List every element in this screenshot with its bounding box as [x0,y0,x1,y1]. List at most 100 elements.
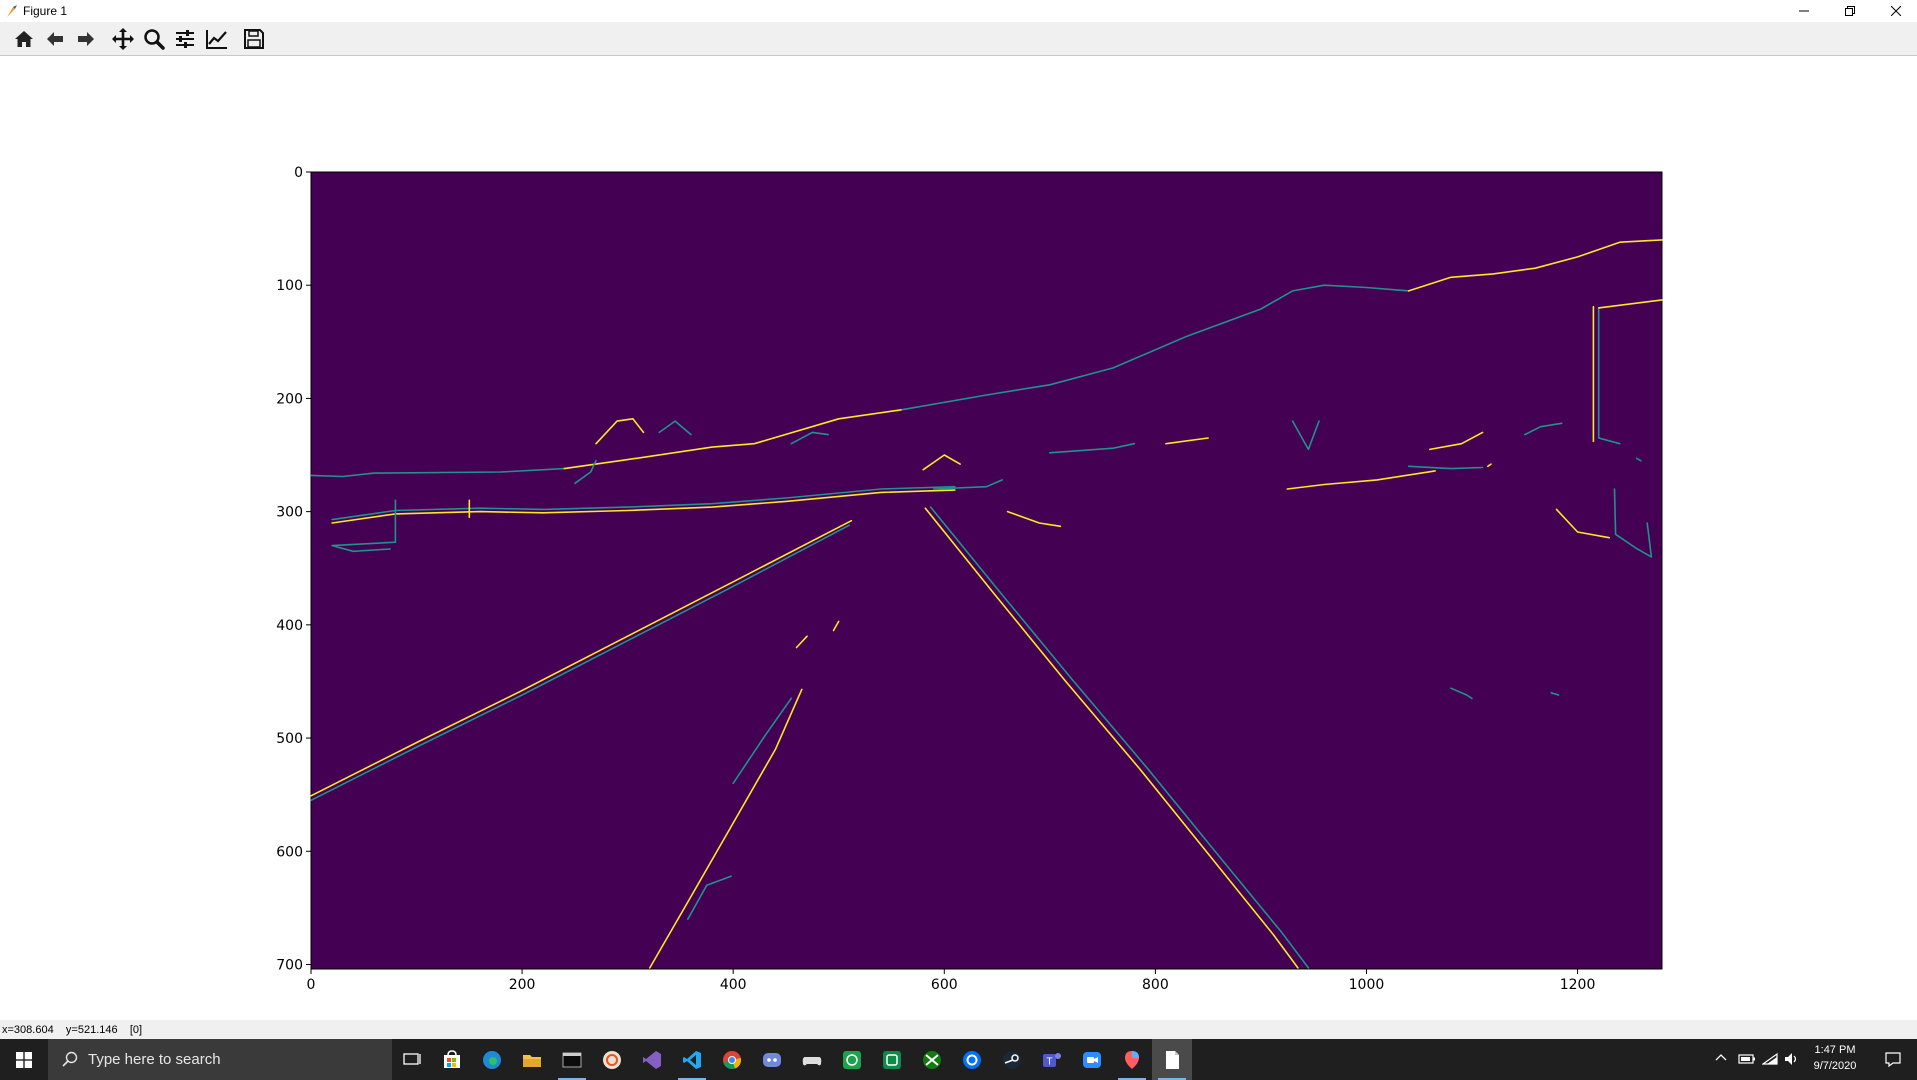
arrow-right-icon [78,32,94,46]
x-tick-label: 1200 [1560,977,1596,993]
chevron-up-icon[interactable] [1715,1052,1727,1064]
xbox-icon [923,1050,941,1069]
x-tick-label: 0 [307,977,316,993]
search-icon [62,1051,78,1067]
volume-icon[interactable] [1784,1052,1800,1066]
teams-icon: T [1043,1052,1061,1067]
task-view-icon [403,1052,421,1065]
zoom-button[interactable] [141,26,167,52]
taskbar-app-maps[interactable] [1112,1039,1152,1080]
battery-icon[interactable] [1738,1052,1756,1066]
sliders-icon [176,30,194,48]
start-button[interactable] [0,1039,48,1080]
document-icon [1166,1050,1179,1069]
taskbar-app-chrome[interactable] [712,1039,752,1080]
taskbar-app-discord[interactable] [752,1039,792,1080]
back-button[interactable] [42,26,68,52]
y-tick-label: 600 [276,844,303,860]
status-bar: x=308.604 y=521.146 [0] [0,1020,1917,1039]
magnifier-icon [144,29,165,50]
y-tick-label: 100 [276,278,303,294]
navigation-toolbar [0,22,1917,56]
visual-studio-icon [643,1050,661,1069]
taskbar-app-vscode[interactable] [672,1039,712,1080]
x-tick-label: 600 [931,977,958,993]
y-tick-label: 0 [294,165,303,181]
clock-time: 1:47 PM [1814,1044,1856,1056]
windows-start-icon [16,1051,32,1068]
wifi-icon[interactable] [1762,1052,1778,1066]
y-tick-label: 500 [276,731,303,747]
clock-date: 9/7/2020 [1813,1060,1857,1072]
file-explorer-icon [523,1054,541,1067]
close-button[interactable] [1873,0,1917,22]
image-area[interactable] [311,172,1662,969]
forward-button[interactable] [73,26,99,52]
home-button[interactable] [11,26,37,52]
edge-icon [483,1050,501,1069]
taskbar-search[interactable]: Type here to search [48,1039,392,1080]
x-tick-label: 800 [1142,977,1169,993]
discord-icon [763,1052,781,1067]
store-icon [444,1049,460,1068]
window-title: Figure 1 [23,4,68,18]
x-tick-label: 200 [509,977,536,993]
chart-plot[interactable]: 0 200 400 600 800 1000 1200 0 100 200 300 400 500 600… [0,56,1917,1020]
cursor-coordinates: x=308.604 y=521.146 [0] [2,1024,143,1036]
x-tick-label: 1000 [1349,977,1385,993]
taskbar-app-edge[interactable] [472,1039,512,1080]
steam-icon [1003,1050,1021,1069]
taskbar-app-teams[interactable]: T [1032,1039,1072,1080]
terminal-icon [562,1052,582,1067]
y-tick-label: 300 [276,505,303,521]
matplotlib-icon [7,5,17,17]
line-chart-icon [206,30,227,49]
taskbar-app-zoom[interactable] [1072,1039,1112,1080]
save-button[interactable] [241,26,267,52]
y-tick-label: 400 [276,618,303,634]
minimize-button[interactable] [1781,0,1827,22]
taskbar-app-steam[interactable] [992,1039,1032,1080]
taskbar-app-terminal[interactable] [552,1039,592,1080]
x-tick-label: 400 [720,977,747,993]
floppy-disk-icon [244,29,264,49]
app-green-icon [883,1050,901,1069]
taskbar-app-app-green[interactable] [872,1039,912,1080]
vscode-icon [683,1050,701,1069]
windows-taskbar: Type here to search T 1:47 PM 9/7/2020 [0,1039,1917,1080]
restore-button[interactable] [1827,0,1873,22]
taskbar-app-uplay[interactable] [952,1039,992,1080]
taskbar-app-task-view[interactable] [392,1039,432,1080]
y-tick-label: 700 [276,957,303,973]
notification-icon[interactable] [1885,1052,1901,1067]
move-icon [112,28,134,50]
maps-icon [1125,1050,1139,1069]
taskbar-app-gamepad[interactable] [792,1039,832,1080]
taskbar-app-file-explorer[interactable] [512,1039,552,1080]
y-tick-label: 200 [276,391,303,407]
taskbar-app-visual-studio[interactable] [632,1039,672,1080]
chrome-icon [723,1050,742,1069]
svg-text:T: T [1046,1056,1052,1067]
ubuntu-icon [603,1050,621,1069]
taskbar-app-ubuntu[interactable] [592,1039,632,1080]
gamepad-icon [802,1056,822,1065]
arrow-left-icon [47,32,63,46]
figure-canvas[interactable]: 0 200 400 600 800 1000 1200 0 100 200 300 400 500 600… [0,56,1917,1020]
taskbar-app-store[interactable] [432,1039,472,1080]
pan-button[interactable] [110,26,136,52]
restore-icon [1845,6,1855,16]
configure-subplots-button[interactable] [172,26,198,52]
taskbar-app-xbox[interactable] [912,1039,952,1080]
taskbar-app-whatsapp[interactable] [832,1039,872,1080]
uplay-icon [963,1050,981,1069]
taskbar-app-document[interactable] [1152,1039,1192,1080]
window-titlebar: Figure 1 [0,0,1917,22]
close-icon [1891,6,1901,16]
home-icon [15,31,33,47]
zoom-icon [1083,1051,1101,1068]
search-placeholder: Type here to search [88,1051,221,1068]
edit-axis-button[interactable] [204,26,230,52]
whatsapp-icon [843,1050,861,1069]
minimize-icon [1799,10,1809,12]
